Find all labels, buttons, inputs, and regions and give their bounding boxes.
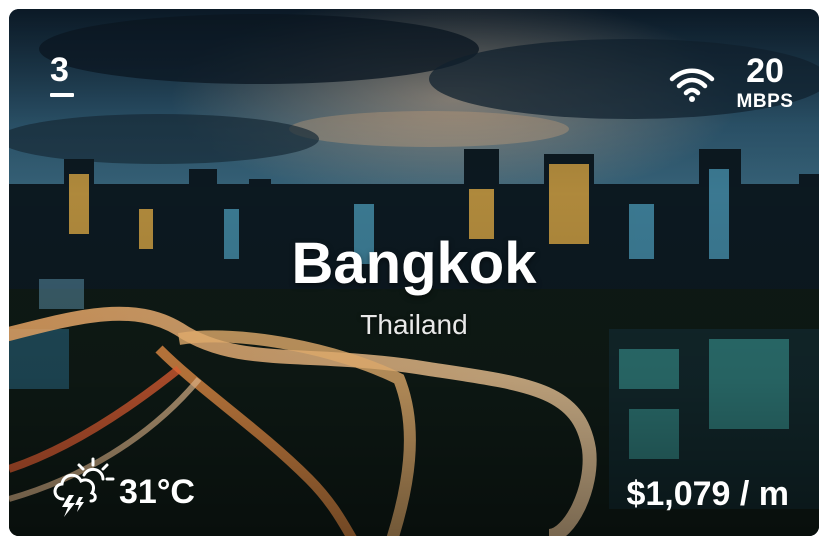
- cost-of-living: $1,079 / m: [626, 475, 789, 513]
- city-card[interactable]: 3 20 MBPS Bangkok Thailand 31°C $1,079 /…: [9, 9, 819, 536]
- internet-speed-value: 20: [746, 52, 784, 90]
- thunderstorm-icon: [53, 457, 115, 517]
- city-name: Bangkok: [291, 231, 537, 296]
- temperature: 31°C: [119, 473, 195, 511]
- internet-speed: 20 MBPS: [669, 51, 799, 121]
- rank-underline: [50, 93, 74, 97]
- rank-number: 3: [50, 51, 69, 89]
- internet-speed-unit: MBPS: [736, 91, 794, 112]
- wifi-icon: [669, 68, 715, 102]
- country-name: Thailand: [360, 309, 468, 340]
